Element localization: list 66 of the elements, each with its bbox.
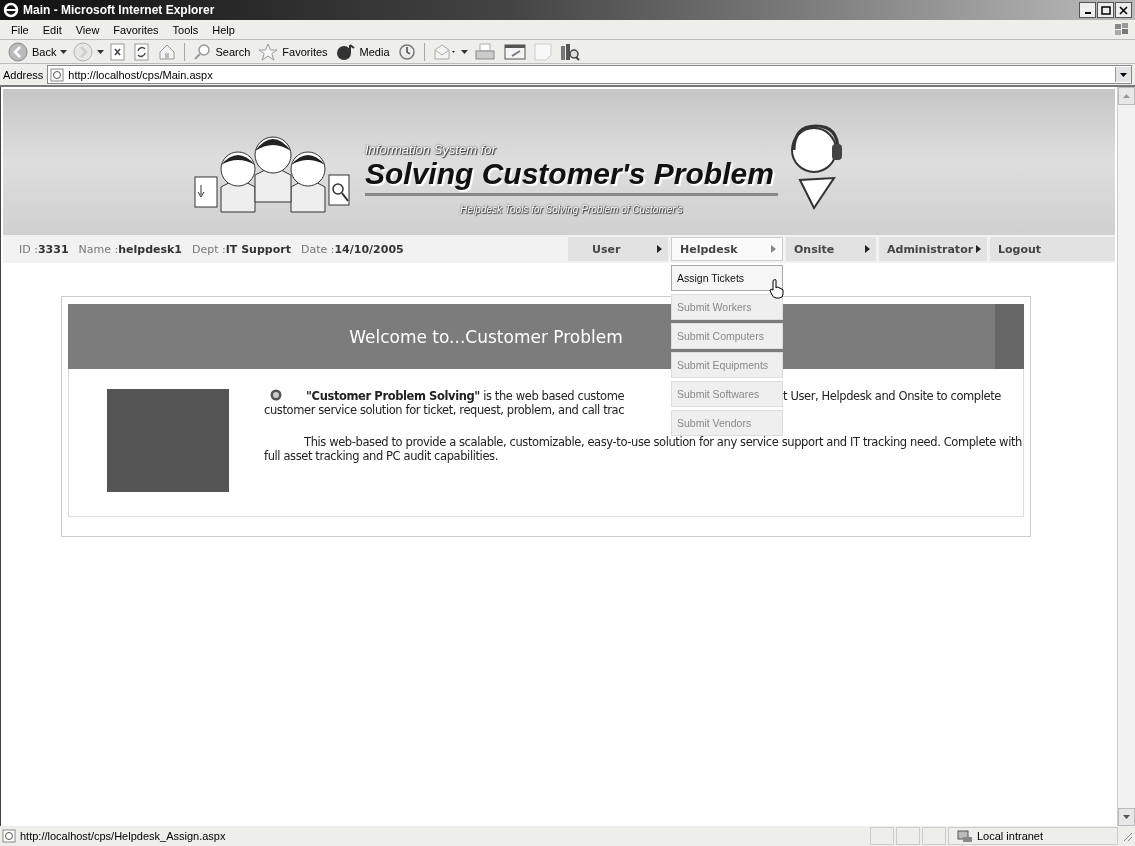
- description-paragraph: This web-based to provide a scalable, customizable, easy-to-use solution for any service support and IT tracking need. Complete with full asset tracking and PC audit capabilities.: [264, 435, 1023, 463]
- menu-item[interactable]: File: [4, 23, 36, 36]
- search-icon: [193, 42, 212, 61]
- dropdown-menu-item[interactable]: Assign Tickets: [671, 265, 783, 291]
- menu-item[interactable]: Favorites: [106, 23, 166, 36]
- back-button[interactable]: Back: [6, 41, 59, 62]
- close-icon: [1119, 5, 1128, 15]
- status-panel: [896, 827, 920, 845]
- window-title: Main - Microsoft Internet Explorer: [23, 3, 215, 17]
- dropdown-arrow-icon[interactable]: [460, 49, 468, 54]
- intro-text: customer service solution for ticket, request, problem, and call trac: [264, 403, 626, 417]
- menu-item[interactable]: View: [68, 23, 107, 36]
- vertical-scrollbar[interactable]: [1117, 87, 1135, 826]
- info-value: 14/10/2005: [334, 242, 404, 256]
- welcome-heading: Welcome to...Customer Problem: [349, 326, 623, 347]
- intranet-icon: [957, 829, 973, 843]
- pointer-hand-icon: [769, 279, 785, 299]
- maximize-button[interactable]: [1097, 2, 1114, 18]
- refresh-icon: [134, 42, 151, 61]
- info-value: helpdesk1: [118, 242, 182, 256]
- address-field[interactable]: http://localhost/cps/Main.aspx: [47, 65, 1132, 84]
- banner-subtitle: Helpdesk Tools for Solving Problem of Customer's: [460, 204, 683, 215]
- intro-text: "Customer Problem Solving" is the web based custome: [306, 389, 626, 403]
- banner-kicker: Information System for: [365, 142, 499, 157]
- info-label: Date :: [300, 242, 335, 256]
- scroll-down-button[interactable]: [1118, 808, 1135, 826]
- status-panel: [870, 827, 894, 845]
- info-label: Dept :: [192, 242, 226, 256]
- maximize-icon: [1100, 5, 1111, 15]
- menu-item[interactable]: Edit: [35, 23, 69, 36]
- media-icon: [335, 42, 356, 61]
- dropdown-arrow-icon[interactable]: [60, 49, 68, 54]
- search-button[interactable]: Search: [191, 41, 253, 62]
- media-button[interactable]: Media: [333, 41, 392, 62]
- nav-menu-item[interactable]: User: [568, 237, 668, 261]
- resize-grip-icon[interactable]: [1121, 830, 1133, 842]
- info-label: Name :: [78, 242, 119, 256]
- page-icon: [50, 67, 65, 82]
- nav-menu-item[interactable]: Administrator: [879, 237, 987, 261]
- address-label: Address: [3, 68, 44, 81]
- caret-icon: [1120, 72, 1127, 77]
- menu-item[interactable]: Tools: [165, 23, 206, 36]
- close-button[interactable]: [1115, 2, 1132, 18]
- help-icon: [270, 389, 283, 401]
- info-label: ID :: [19, 242, 38, 256]
- menu-item[interactable]: Help: [205, 23, 242, 36]
- status-text: http://localhost/cps/Helpdesk_Assign.aspx: [20, 830, 226, 842]
- minimize-button[interactable]: [1079, 2, 1096, 18]
- up-arrow-icon: [1123, 94, 1130, 98]
- edit-button[interactable]: [501, 41, 528, 62]
- dropdown-button[interactable]: [1115, 67, 1131, 82]
- zone-text: Local intranet: [977, 830, 1044, 842]
- printer-icon: [473, 42, 496, 61]
- intro-text: t User, Helpdesk and Onsite to complete: [783, 389, 1001, 403]
- down-arrow-icon: [1123, 815, 1130, 819]
- stop-icon: [110, 42, 127, 61]
- dropdown-arrow-icon[interactable]: [97, 49, 105, 54]
- banner-title: Solving Customer's Problem: [365, 157, 778, 196]
- books-icon: [559, 42, 580, 61]
- status-panel: [922, 827, 946, 845]
- favorites-button[interactable]: Favorites: [256, 41, 330, 62]
- note-icon: [533, 42, 552, 61]
- nav-menu-item[interactable]: Onsite: [786, 237, 876, 261]
- nav-menu-item[interactable]: Logout: [990, 237, 1115, 261]
- page-icon: [2, 829, 16, 843]
- browser-logo-icon: [3, 2, 19, 18]
